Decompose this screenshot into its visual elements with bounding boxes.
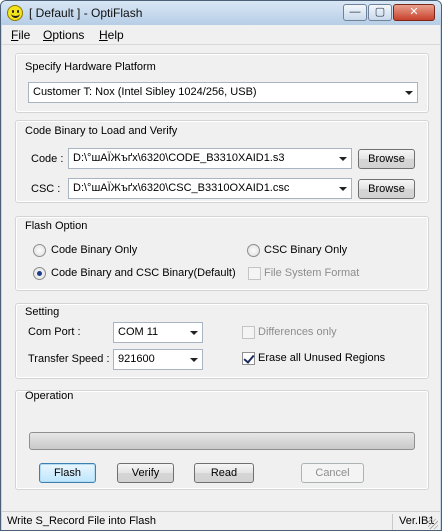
code-only-label[interactable]: Code Binary Only bbox=[51, 244, 137, 256]
flash-progress-bar bbox=[29, 432, 415, 450]
hardware-group-title: Specify Hardware Platform bbox=[25, 61, 156, 73]
status-separator bbox=[392, 514, 393, 530]
file-system-format-checkbox[interactable] bbox=[248, 267, 261, 280]
csc-path-value: D:\°шАЇЖъґх\6320\CSC_B3310OXAID1.csc bbox=[73, 182, 290, 194]
erase-unused-label[interactable]: Erase all Unused Regions bbox=[258, 352, 385, 364]
menu-bar: File Options Help bbox=[2, 25, 440, 45]
smiley-icon[interactable] bbox=[7, 5, 23, 21]
com-port-label: Com Port : bbox=[28, 326, 81, 338]
chevron-down-icon bbox=[405, 91, 413, 95]
code-and-csc-radio[interactable] bbox=[33, 267, 46, 280]
file-system-format-label: File System Format bbox=[264, 267, 360, 279]
read-button[interactable]: Read bbox=[194, 463, 254, 483]
csc-path-select[interactable]: D:\°шАЇЖъґх\6320\CSC_B3310OXAID1.csc bbox=[68, 178, 352, 199]
verify-button[interactable]: Verify bbox=[117, 463, 174, 483]
client-area: Specify Hardware Platform Customer T: No… bbox=[2, 45, 440, 511]
title-bar[interactable]: [ Default ] - OptiFlash — ▢ ✕ bbox=[1, 1, 441, 25]
code-label: Code : bbox=[31, 153, 64, 165]
csc-only-radio[interactable] bbox=[247, 244, 260, 257]
hardware-platform-select[interactable]: Customer T: Nox (Intel Sibley 1024/256, … bbox=[28, 82, 418, 103]
menu-file[interactable]: File bbox=[11, 28, 30, 42]
com-port-value: COM 11 bbox=[118, 326, 159, 338]
maximize-icon[interactable]: ▢ bbox=[368, 4, 392, 21]
hardware-platform-group: Specify Hardware Platform Customer T: No… bbox=[15, 53, 429, 113]
setting-group-title: Setting bbox=[25, 306, 60, 318]
close-icon[interactable]: ✕ bbox=[393, 4, 435, 21]
transfer-speed-select[interactable]: 921600 bbox=[113, 349, 203, 370]
code-only-radio[interactable] bbox=[33, 244, 46, 257]
differences-only-label: Differences only bbox=[258, 326, 337, 338]
transfer-speed-label: Transfer Speed : bbox=[28, 353, 110, 365]
window-title: [ Default ] - OptiFlash bbox=[29, 6, 143, 20]
code-path-select[interactable]: D:\°шАЇЖъґх\6320\CODE_B3310XAID1.s3 bbox=[68, 148, 352, 169]
csc-label: CSC : bbox=[31, 183, 61, 195]
flash-button[interactable]: Flash bbox=[39, 463, 96, 483]
hardware-platform-value: Customer T: Nox (Intel Sibley 1024/256, … bbox=[33, 86, 257, 98]
menu-help[interactable]: Help bbox=[99, 28, 124, 42]
chevron-down-icon bbox=[339, 157, 347, 161]
chevron-down-icon bbox=[190, 358, 198, 362]
chevron-down-icon bbox=[339, 187, 347, 191]
code-binary-group: Code Binary to Load and Verify Code : D:… bbox=[15, 120, 429, 203]
code-browse-button[interactable]: Browse bbox=[358, 149, 415, 169]
transfer-speed-value: 921600 bbox=[118, 353, 155, 365]
chevron-down-icon bbox=[190, 331, 198, 335]
flash-option-group: Flash Option Code Binary Only CSC Binary… bbox=[15, 216, 429, 291]
erase-unused-checkbox[interactable] bbox=[242, 352, 255, 365]
setting-group: Setting Com Port : COM 11 Differences on… bbox=[15, 303, 429, 379]
status-bar: Write S_Record File into Flash Ver.IB1 bbox=[2, 511, 440, 530]
flash-option-group-title: Flash Option bbox=[25, 220, 88, 232]
com-port-select[interactable]: COM 11 bbox=[113, 322, 203, 343]
menu-options[interactable]: Options bbox=[43, 28, 84, 42]
differences-only-checkbox[interactable] bbox=[242, 326, 255, 339]
optiflash-window: [ Default ] - OptiFlash — ▢ ✕ File Optio… bbox=[0, 0, 442, 531]
status-message: Write S_Record File into Flash bbox=[7, 515, 156, 527]
operation-group-title: Operation bbox=[25, 390, 74, 402]
minimize-icon[interactable]: — bbox=[343, 4, 367, 21]
operation-group: Operation Flash Verify Read Cancel bbox=[15, 390, 429, 490]
cancel-button: Cancel bbox=[301, 463, 364, 483]
code-path-value: D:\°шАЇЖъґх\6320\CODE_B3310XAID1.s3 bbox=[73, 152, 285, 164]
code-binary-group-title: Code Binary to Load and Verify bbox=[25, 125, 178, 137]
resize-grip-icon[interactable] bbox=[428, 519, 438, 529]
code-and-csc-label[interactable]: Code Binary and CSC Binary(Default) bbox=[51, 267, 236, 279]
csc-browse-button[interactable]: Browse bbox=[358, 179, 415, 199]
csc-only-label[interactable]: CSC Binary Only bbox=[264, 244, 347, 256]
